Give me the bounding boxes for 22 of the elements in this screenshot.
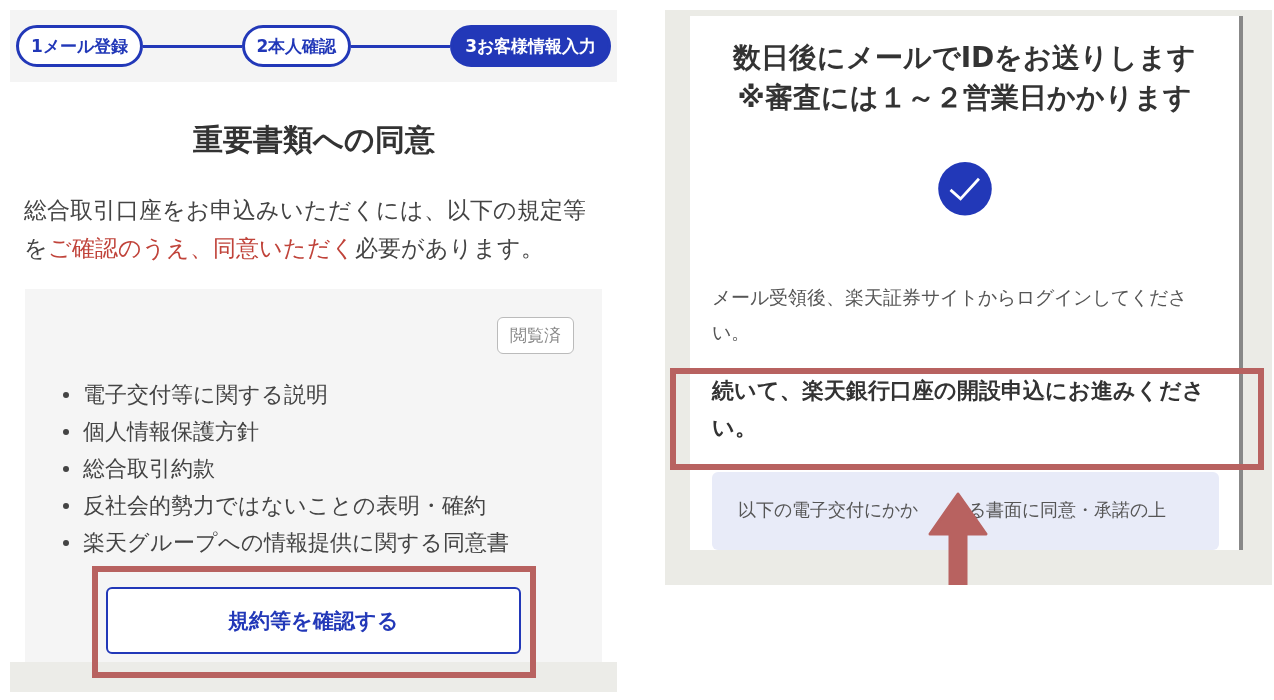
viewed-tag: 閲覧済: [497, 317, 574, 354]
step-indicator: 2本人確認: [241, 25, 352, 67]
intro-text: 総合取引口座をお申込みいただくには、以下の規定等を ご確認のうえ、同意いただく 必要があります。: [23, 196, 587, 263]
document-item: 楽天グループへの情報提供に関する同意書: [83, 529, 509, 557]
login-message: メール受領後、楽天証券サイトからログインしてください。: [711, 284, 1188, 345]
document-item: 総合取引約款: [83, 455, 215, 483]
heading-line: ※審査には１～２営業日かかります: [737, 80, 1192, 116]
document-item: 電子交付等に関する説明: [83, 381, 328, 409]
heading-line: 数日後にメールでIDをお送りします: [732, 40, 1197, 76]
bullet-icon: [63, 428, 69, 435]
bullet-icon: [63, 391, 69, 398]
bullet-icon: [63, 502, 69, 509]
page-title: 重要書類への同意: [191, 121, 436, 159]
document-item: 反社会的勢力ではないことの表明・確約: [83, 492, 486, 520]
next-step-message: 続いて、楽天銀行口座の開設申込にお進みください。: [710, 376, 1206, 442]
bullet-icon: [63, 539, 69, 546]
document-item: 個人情報保護方針: [83, 418, 259, 446]
confirm-terms-button[interactable]: 規約等を確認する: [106, 587, 521, 654]
bullet-icon: [63, 465, 69, 472]
notice-text: 以下の電子交付にかか: [738, 497, 918, 522]
step-indicator: 3お客様情報入力: [450, 25, 611, 67]
step-indicator: 1メール登録: [16, 25, 143, 67]
